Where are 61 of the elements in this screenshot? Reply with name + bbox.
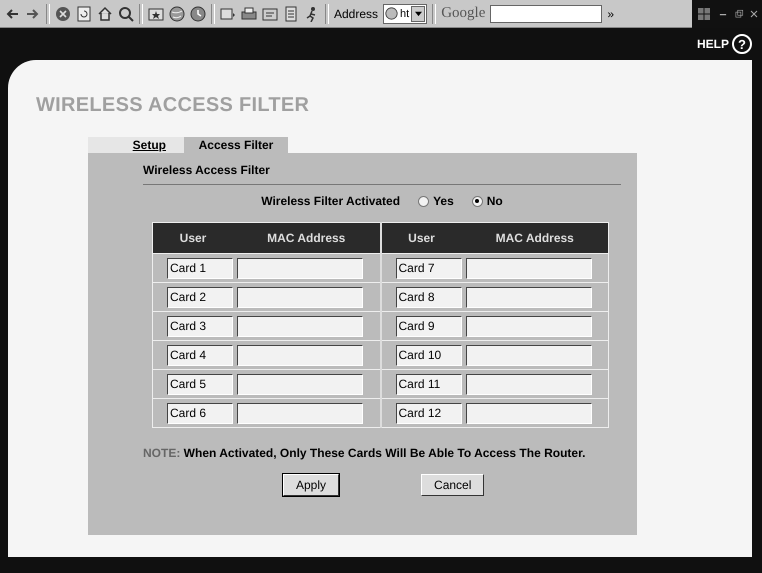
search-icon[interactable] — [118, 6, 134, 22]
mac-address-field[interactable] — [466, 374, 592, 394]
help-label[interactable]: HELP — [696, 37, 729, 51]
user-name-field[interactable]: Card 11 — [396, 374, 462, 394]
user-name-field[interactable]: Card 12 — [396, 402, 462, 424]
address-label: Address — [334, 6, 378, 20]
mac-address-field[interactable] — [466, 344, 592, 366]
stop-icon[interactable] — [55, 6, 71, 22]
windows-logo-icon — [696, 6, 712, 22]
note-text: NOTE: When Activated, Only These Cards Will Be Able To Access The Router. — [143, 446, 586, 460]
page-title: WIRELESS ACCESS FILTER — [36, 94, 310, 117]
mac-address-field[interactable] — [237, 286, 363, 308]
user-name-field[interactable]: Card 7 — [396, 258, 462, 278]
search-field[interactable] — [490, 4, 602, 22]
page-icon — [385, 7, 398, 20]
user-name-field[interactable]: Card 5 — [167, 374, 233, 394]
column-header: User — [152, 222, 233, 254]
user-name-field[interactable]: Card 4 — [167, 344, 233, 366]
user-name-field[interactable]: Card 8 — [396, 286, 462, 308]
printer-icon[interactable] — [241, 6, 257, 22]
mac-address-field[interactable] — [466, 402, 592, 424]
mac-address-field[interactable] — [237, 374, 363, 394]
document-icon[interactable] — [283, 6, 299, 22]
mac-address-field[interactable] — [466, 258, 592, 278]
mac-address-field[interactable] — [237, 258, 363, 278]
user-name-field[interactable]: Card 3 — [167, 316, 233, 336]
edit-icon[interactable] — [262, 6, 278, 22]
column-header: MAC Address — [462, 222, 608, 254]
help-icon[interactable]: ? — [732, 34, 752, 54]
tab[interactable]: Setup — [88, 137, 184, 153]
mac-address-field[interactable] — [466, 316, 592, 336]
radio-label[interactable]: Yes — [433, 194, 454, 208]
user-name-field[interactable]: Card 2 — [167, 286, 233, 308]
column-header: User — [380, 222, 462, 254]
user-name-field[interactable]: Card 9 — [396, 316, 462, 336]
radio-label[interactable]: No — [486, 194, 503, 208]
action-button[interactable]: Apply — [283, 474, 340, 496]
search-engine-button[interactable]: Google — [441, 5, 486, 22]
mac-address-field[interactable] — [237, 344, 363, 366]
address-field[interactable]: ht — [383, 4, 428, 24]
overflow-button[interactable]: » — [607, 6, 614, 20]
filter-label: Wireless Filter Activated — [261, 194, 400, 208]
radio-button[interactable] — [472, 196, 483, 206]
home-icon[interactable] — [97, 6, 113, 22]
caret-icon — [414, 10, 422, 17]
mac-address-field[interactable] — [237, 402, 363, 424]
radio-button[interactable] — [418, 196, 430, 206]
mac-address-field[interactable] — [237, 316, 363, 336]
action-button[interactable]: Cancel — [421, 474, 484, 496]
user-name-field[interactable]: Card 6 — [167, 402, 233, 424]
tab[interactable]: Access Filter — [184, 137, 288, 153]
refresh-icon[interactable] — [76, 6, 92, 22]
clock-icon[interactable] — [190, 6, 206, 22]
section-title: Wireless Access Filter — [143, 163, 621, 185]
dropdown-button[interactable] — [411, 6, 426, 22]
mac-address-field[interactable] — [466, 286, 592, 308]
column-header: MAC Address — [233, 222, 380, 254]
user-name-field[interactable]: Card 10 — [396, 344, 462, 366]
user-name-field[interactable]: Card 1 — [167, 258, 233, 278]
globe-icon[interactable] — [169, 6, 185, 22]
favorites-icon[interactable] — [148, 6, 164, 22]
